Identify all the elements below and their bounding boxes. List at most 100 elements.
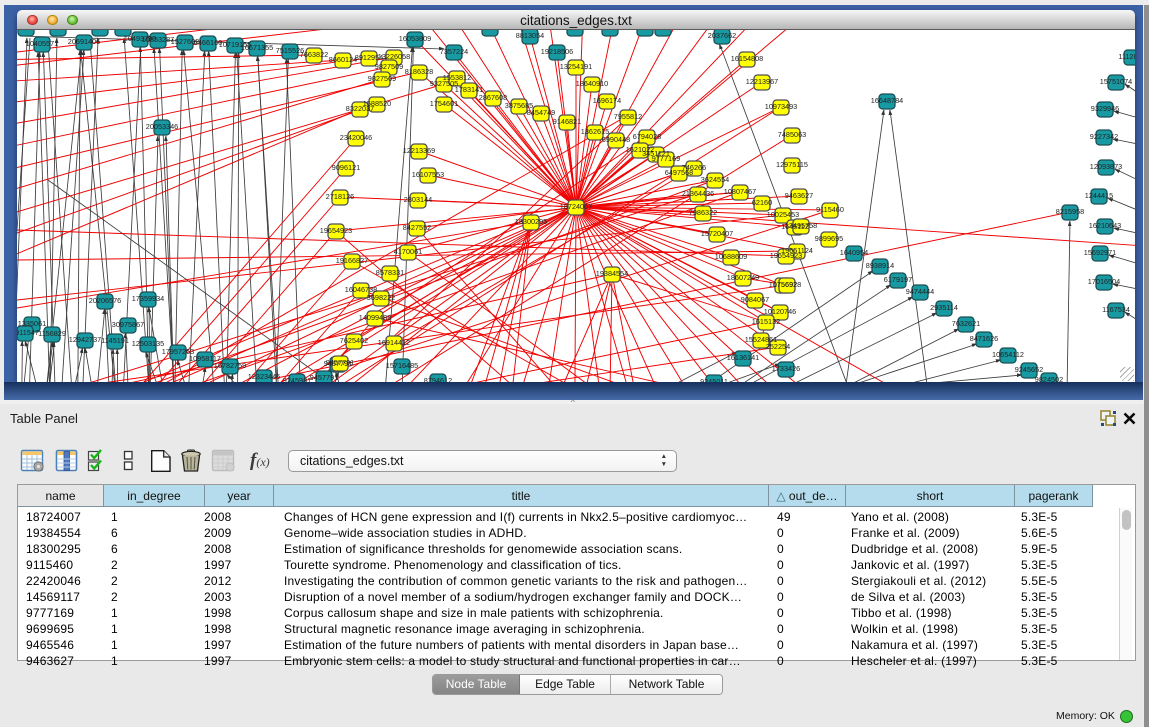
svg-text:1244415: 1244415: [1085, 191, 1113, 200]
svg-text:9474444: 9474444: [906, 287, 934, 296]
svg-text:9899695: 9899695: [815, 234, 843, 243]
svg-text:7485063: 7485063: [778, 130, 806, 139]
svg-text:8427552: 8427552: [403, 223, 431, 232]
svg-text:1335061: 1335061: [18, 319, 46, 328]
svg-text:1696174: 1696174: [593, 96, 621, 105]
svg-text:8471626: 8471626: [970, 334, 998, 343]
svg-text:21364436: 21364436: [682, 189, 714, 198]
svg-text:9457791: 9457791: [326, 358, 354, 367]
svg-text:3624554: 3624554: [701, 175, 729, 184]
svg-text:17359934: 17359934: [132, 294, 164, 303]
svg-text:18300295: 18300295: [515, 217, 547, 226]
svg-text:18640910: 18640910: [576, 79, 608, 88]
svg-text:1553812: 1553812: [443, 73, 471, 82]
svg-text:8215958: 8215958: [1056, 207, 1084, 216]
svg-text:10973493: 10973493: [765, 102, 797, 111]
svg-text:16107553: 16107553: [412, 170, 444, 179]
svg-text:3911547: 3911547: [17, 328, 39, 337]
svg-text:16671355: 16671355: [241, 43, 273, 52]
svg-text:2037662: 2037662: [708, 31, 736, 40]
svg-text:19654923: 19654923: [770, 251, 802, 260]
svg-text:2867608: 2867608: [479, 93, 507, 102]
svg-text:10025453: 10025453: [767, 210, 799, 219]
svg-text:17016504: 17016504: [1088, 277, 1120, 286]
svg-text:13254191: 13254191: [560, 62, 592, 71]
svg-text:16154808: 16154808: [731, 54, 763, 63]
svg-text:7955812: 7955812: [614, 112, 642, 121]
svg-text:9084067: 9084067: [741, 295, 769, 304]
svg-text:19654923: 19654923: [320, 226, 352, 235]
svg-text:9115460: 9115460: [816, 205, 844, 214]
svg-text:15720407: 15720407: [701, 229, 733, 238]
svg-text:15692971: 15692971: [1084, 248, 1116, 257]
svg-text:20691406: 20691406: [68, 37, 100, 46]
svg-text:9824502: 9824502: [1035, 375, 1063, 382]
svg-text:4170061: 4170061: [394, 247, 422, 256]
svg-text:7663822: 7663822: [300, 50, 328, 59]
svg-text:1112864: 1112864: [1118, 52, 1135, 61]
svg-text:16782759: 16782759: [214, 361, 246, 370]
svg-text:1615132: 1615132: [752, 317, 780, 326]
svg-text:f(x): f(x): [250, 450, 270, 471]
svg-text:1756928: 1756928: [773, 280, 801, 289]
svg-text:6179197: 6179197: [884, 275, 912, 284]
svg-text:10688609: 10688609: [715, 252, 747, 261]
svg-text:12503135: 12503135: [132, 339, 164, 348]
svg-text:10654112: 10654112: [992, 350, 1024, 359]
svg-text:7632621: 7632621: [952, 319, 980, 328]
svg-text:16648784: 16648784: [871, 96, 903, 105]
svg-text:9146821: 9146821: [553, 117, 581, 126]
svg-text:62160: 62160: [752, 198, 772, 207]
svg-text:8322037: 8322037: [346, 104, 374, 113]
svg-text:13495758: 13495758: [785, 221, 817, 230]
svg-text:10807467: 10807467: [724, 187, 756, 196]
svg-text:9463627: 9463627: [785, 191, 813, 200]
svg-text:8454749: 8454749: [527, 108, 555, 117]
svg-text:12213369: 12213369: [403, 146, 435, 155]
svg-text:19384554: 19384554: [596, 269, 628, 278]
svg-text:3698222: 3698222: [367, 293, 395, 302]
svg-text:1754601: 1754601: [430, 99, 458, 108]
svg-text:1145191: 1145191: [101, 336, 129, 345]
svg-text:20206576: 20206576: [89, 296, 121, 305]
svg-text:8660124: 8660124: [329, 55, 357, 64]
svg-text:1167534: 1167534: [1102, 305, 1130, 314]
svg-text:7986322: 7986322: [689, 208, 717, 217]
svg-text:15751074: 15751074: [1100, 77, 1132, 86]
svg-text:9827509: 9827509: [368, 74, 396, 83]
svg-text:2718126: 2718126: [326, 192, 354, 201]
svg-text:2803144: 2803144: [404, 195, 432, 204]
svg-text:12093873: 12093873: [1090, 162, 1122, 171]
svg-text:8186328: 8186328: [405, 67, 433, 76]
svg-text:20053346: 20053346: [146, 122, 178, 131]
svg-text:9457791: 9457791: [310, 373, 338, 382]
svg-text:10120746: 10120746: [764, 307, 796, 316]
svg-text:1640954: 1640954: [840, 248, 868, 257]
svg-text:23420046: 23420046: [340, 133, 372, 142]
svg-text:9827509: 9827509: [375, 62, 403, 71]
svg-text:12213967: 12213967: [746, 77, 778, 86]
svg-text:19166827: 19166827: [336, 256, 368, 265]
svg-text:7357224: 7357224: [440, 47, 468, 56]
svg-text:8578331: 8578331: [376, 268, 404, 277]
svg-text:10405571: 10405571: [26, 39, 58, 48]
svg-text:6794028: 6794028: [633, 132, 661, 141]
svg-text:1733426: 1733426: [772, 364, 800, 373]
svg-text:12323446: 12323446: [248, 372, 280, 381]
svg-text:252254: 252254: [766, 342, 790, 351]
svg-text:6990448: 6990448: [602, 135, 630, 144]
svg-text:16914412: 16914412: [378, 338, 410, 347]
svg-text:12942737: 12942737: [69, 335, 101, 344]
svg-text:13226058: 13226058: [378, 52, 410, 61]
svg-text:16136141: 16136141: [727, 353, 759, 362]
svg-text:16053809: 16053809: [399, 34, 431, 43]
svg-text:14099489: 14099489: [359, 313, 391, 322]
svg-text:18724007: 18724007: [560, 202, 592, 211]
svg-text:2935114: 2935114: [930, 303, 958, 312]
svg-text:9329946: 9329946: [1091, 104, 1119, 113]
svg-text:19218506: 19218506: [541, 47, 573, 56]
svg-text:9227342: 9227342: [1090, 132, 1118, 141]
svg-text:8938914: 8938914: [866, 261, 894, 270]
svg-text:9245652: 9245652: [1015, 365, 1043, 374]
svg-text:12975115: 12975115: [776, 160, 808, 169]
